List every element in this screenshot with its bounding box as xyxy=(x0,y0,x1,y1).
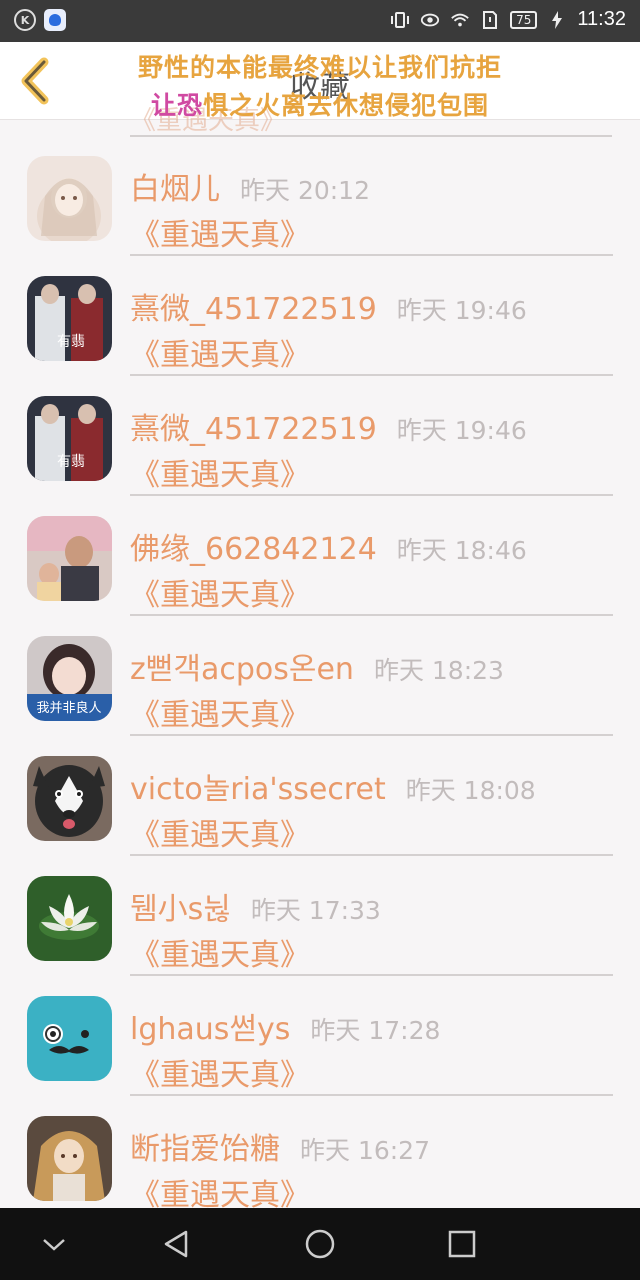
avatar-caption: 我并非良人 xyxy=(36,700,101,716)
item-subtitle: 《重遇天真》 xyxy=(130,578,310,613)
avatar[interactable] xyxy=(27,996,112,1081)
item-subtitle: 《重遇天真》 xyxy=(130,938,310,973)
name-line: 熹微_451722519 昨天 19:46 xyxy=(130,284,527,328)
name-line: z뻗객acpos온en 昨天 18:23 xyxy=(130,644,504,688)
system-nav-bar xyxy=(0,1208,640,1280)
battery-level: 75 xyxy=(516,12,532,27)
item-name: z뻗객acpos온en xyxy=(130,652,354,687)
list-item[interactable]: 白烟儿 昨天 20:12 《重遇天真》 xyxy=(0,136,640,256)
list-item[interactable]: 我并非良人 z뻗객acpos온en 昨天 18:23 《重遇天真》 xyxy=(0,616,640,736)
item-time: 昨天 18:08 xyxy=(405,776,536,805)
item-time: 昨天 20:12 xyxy=(240,176,370,205)
list-item[interactable]: victo놀ria'ssecret 昨天 18:08 《重遇天真》 xyxy=(0,736,640,856)
recents-button[interactable] xyxy=(444,1226,480,1262)
svg-text:有翡: 有翡 xyxy=(57,334,85,350)
status-right-icons: 75 11:32 xyxy=(390,8,626,31)
name-line: 断指爱饴糖 昨天 16:27 xyxy=(130,1124,430,1168)
sim-icon xyxy=(480,10,500,30)
list-item[interactable]: 뒘小s뉞 昨天 17:33 《重遇天真》 xyxy=(0,856,640,976)
name-line: lghaus썯ys 昨天 17:28 xyxy=(130,1004,440,1048)
list-item[interactable]: 有翡 熹微_451722519 昨天 19:46 《重遇天真》 xyxy=(0,376,640,496)
item-time: 昨天 17:33 xyxy=(250,896,381,925)
list-item[interactable]: 断指爱饴糖 昨天 16:27 《重遇天真》 xyxy=(0,1096,640,1216)
home-button[interactable] xyxy=(302,1226,338,1262)
list-item[interactable]: lghaus썯ys 昨天 17:28 《重遇天真》 xyxy=(0,976,640,1096)
item-name: 断指爱饴糖 xyxy=(130,1132,280,1167)
name-line: 뒘小s뉞 昨天 17:33 xyxy=(130,884,381,928)
item-name: 뒘小s뉞 xyxy=(130,892,231,927)
avatar[interactable]: 有翡 xyxy=(27,276,112,361)
item-name: 佛缘_662842124 xyxy=(130,532,377,567)
status-time: 11:32 xyxy=(577,8,626,30)
item-subtitle: 《重遇天真》 xyxy=(130,698,310,733)
item-subtitle: 《重遇天真》 xyxy=(130,818,310,853)
collapse-button[interactable] xyxy=(36,1226,72,1262)
lyric-overlay-line1: 野性的本能最终难以让我们抗拒 xyxy=(137,53,502,82)
lyric-overlay-line2: 让恐惧之火离去休想侵犯包围 xyxy=(0,86,640,122)
avatar[interactable] xyxy=(27,1116,112,1201)
avatar[interactable] xyxy=(27,756,112,841)
avatar[interactable] xyxy=(27,516,112,601)
item-subtitle: 《重遇天真》 xyxy=(130,458,310,493)
item-time: 昨天 16:27 xyxy=(300,1136,430,1165)
baidu-icon xyxy=(44,9,66,31)
item-name: victo놀ria'ssecret xyxy=(130,772,386,807)
battery-icon: 75 xyxy=(510,10,538,29)
status-bar: K 75 11:32 xyxy=(0,0,640,42)
item-name: 白烟儿 xyxy=(130,172,220,207)
item-subtitle: 《重遇天真》 xyxy=(130,1058,310,1093)
favorites-list: 白烟儿 昨天 20:12 《重遇天真》 有翡 熹微_451722519 昨天 1… xyxy=(0,136,640,1216)
name-line: victo놀ria'ssecret 昨天 18:08 xyxy=(130,764,536,808)
list-item[interactable]: 佛缘_662842124 昨天 18:46 《重遇天真》 xyxy=(0,496,640,616)
status-left-icons: K xyxy=(14,9,66,31)
lyric-overlay-highlight: 让恐 xyxy=(150,91,203,120)
lyric-overlay-rest: 惧之火离去休想侵犯包围 xyxy=(203,91,490,120)
charging-icon xyxy=(547,10,567,30)
name-line: 白烟儿 昨天 20:12 xyxy=(130,164,370,208)
list-item[interactable]: 有翡 熹微_451722519 昨天 19:46 《重遇天真》 xyxy=(0,256,640,376)
item-time: 昨天 19:46 xyxy=(396,416,527,445)
item-name: lghaus썯ys xyxy=(130,1012,291,1047)
item-name: 熹微_451722519 xyxy=(130,412,377,447)
item-time: 昨天 17:28 xyxy=(310,1016,441,1045)
vibrate-icon xyxy=(390,10,410,30)
wifi-icon xyxy=(450,10,470,30)
item-time: 昨天 18:23 xyxy=(373,656,504,685)
k-circle-icon: K xyxy=(14,9,36,31)
home-circle-icon xyxy=(305,1229,335,1259)
header-bar: 《重遇天真》 收藏 野性的本能最终难以让我们抗拒 让恐惧之火离去休想侵犯包围 xyxy=(0,42,640,137)
item-time: 昨天 18:46 xyxy=(396,536,527,565)
avatar[interactable]: 有翡 xyxy=(27,396,112,481)
collapse-icon xyxy=(43,1239,65,1251)
eye-icon xyxy=(420,10,440,30)
nav-back-button[interactable] xyxy=(158,1226,194,1262)
svg-text:有翡: 有翡 xyxy=(57,454,85,470)
name-line: 熹微_451722519 昨天 19:46 xyxy=(130,404,527,448)
recents-square-icon xyxy=(448,1230,476,1258)
avatar[interactable] xyxy=(27,156,112,241)
item-subtitle: 《重遇天真》 xyxy=(130,218,310,253)
avatar[interactable]: 我并非良人 xyxy=(27,636,112,721)
back-triangle-icon xyxy=(164,1230,188,1258)
avatar[interactable] xyxy=(27,876,112,961)
item-time: 昨天 19:46 xyxy=(396,296,527,325)
name-line: 佛缘_662842124 昨天 18:46 xyxy=(130,524,527,568)
item-subtitle: 《重遇天真》 xyxy=(130,338,310,373)
item-name: 熹微_451722519 xyxy=(130,292,377,327)
